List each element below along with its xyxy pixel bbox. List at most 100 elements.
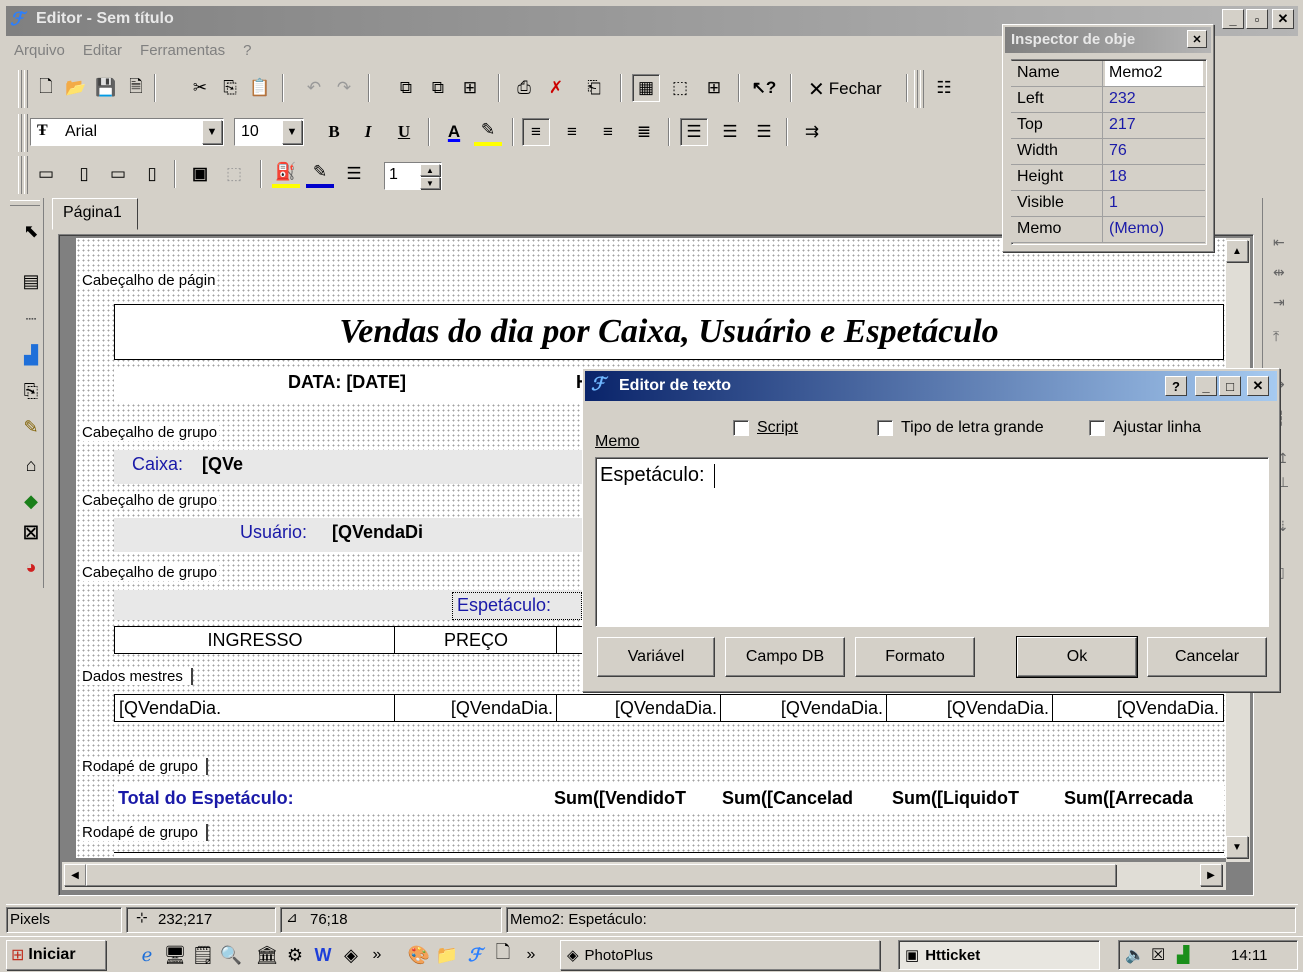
toolbar-grip[interactable] — [18, 156, 22, 194]
new-icon[interactable]: 🗋 — [32, 74, 60, 102]
sum-arrecadado[interactable]: Sum([Arrecada — [1064, 788, 1224, 809]
total-espetaculo-label[interactable]: Total do Espetáculo: — [118, 788, 294, 809]
spin-down-icon[interactable]: ▼ — [420, 177, 440, 189]
large-font-check-box[interactable] — [877, 420, 893, 436]
band-group-header-3-label[interactable]: Cabeçalho de grupo — [80, 564, 220, 581]
whats-this-icon[interactable]: ↖? — [750, 74, 778, 102]
format-button[interactable]: Formato — [855, 637, 975, 677]
save-icon[interactable]: 💾 — [92, 74, 120, 102]
caixa-field[interactable]: [QVe — [202, 454, 252, 475]
font-size-combo[interactable]: 10 ▼ — [234, 118, 304, 146]
frame-all-icon[interactable]: ▣ — [186, 160, 214, 188]
dialog-help-button[interactable]: ? — [1165, 376, 1187, 396]
desktop-icon[interactable]: 🖥 — [162, 942, 188, 968]
espetaculo-selected-memo[interactable]: Espetáculo: — [452, 592, 582, 620]
quicklaunch-chevron-2[interactable]: » — [518, 942, 544, 968]
frame-color-icon[interactable]: ✎ — [306, 160, 334, 188]
restore-button[interactable]: ▫ — [1246, 9, 1268, 29]
menu-help[interactable]: ? — [243, 42, 251, 59]
band-master-data-label[interactable]: Dados mestres — [80, 668, 193, 685]
paste-icon[interactable]: 📋 — [246, 74, 274, 102]
word-icon[interactable]: W — [310, 942, 336, 968]
band-page-header-label[interactable]: Cabeçalho de págin — [80, 272, 218, 289]
justify-icon[interactable]: ≣ — [630, 118, 658, 146]
scroll-thumb[interactable] — [86, 864, 1116, 886]
frame-right-icon[interactable]: ▯ — [138, 160, 166, 188]
close-editor-button[interactable]: ✕ Fechar — [808, 76, 882, 102]
bold-icon[interactable]: B — [320, 118, 348, 146]
master-cell[interactable]: [QVendaDia. — [720, 694, 888, 722]
close-button[interactable]: ✕ — [1272, 9, 1294, 29]
scroll-right-icon[interactable]: ▶ — [1200, 864, 1222, 886]
caixa-label[interactable]: Caixa: — [132, 454, 183, 475]
bring-front-icon[interactable]: ⧉ — [392, 74, 420, 102]
palette-grip[interactable] — [10, 200, 40, 206]
sum-cancelado[interactable]: Sum([Cancelad — [722, 788, 884, 809]
align-centers-icon[interactable]: ⇹ — [1273, 264, 1285, 281]
folder-icon[interactable]: 📁 — [434, 942, 460, 968]
undo-icon[interactable]: ↶ — [300, 74, 328, 102]
open-icon[interactable]: 📂 — [62, 74, 90, 102]
font-name-combo[interactable]: Ŧ Arial ▼ — [30, 118, 224, 146]
chevron-down-icon[interactable]: ▼ — [282, 120, 302, 144]
taskbar-photoplus[interactable]: ◈ PhotoPlus — [560, 940, 880, 970]
ie-icon[interactable]: ℯ — [134, 942, 160, 968]
inspector-row-width[interactable]: Width 76 — [1011, 139, 1205, 165]
script-check-box[interactable] — [733, 420, 749, 436]
toolbar-grip[interactable] — [18, 70, 22, 108]
inspector-row-height[interactable]: Height 18 — [1011, 165, 1205, 191]
underline-icon[interactable]: U — [390, 118, 418, 146]
align-left-edges-icon[interactable]: ⇤ — [1273, 234, 1285, 251]
frame-style-icon[interactable]: ☰ — [340, 160, 368, 188]
memo-textarea[interactable]: Espetáculo: — [595, 457, 1269, 627]
insert-band-icon[interactable]: ⎙ — [510, 74, 538, 102]
toolbar-grip[interactable] — [914, 70, 918, 108]
spin-up-icon[interactable]: ▲ — [420, 164, 440, 176]
database-icon[interactable]: ⌂ — [18, 452, 44, 478]
preview-icon[interactable]: 🗎 — [122, 74, 150, 102]
volume-icon[interactable]: 🔈 — [1125, 945, 1145, 965]
frame-none-icon[interactable]: ⬚ — [220, 160, 248, 188]
valign-middle-icon[interactable]: ☰ — [716, 118, 744, 146]
word-wrap-checkbox[interactable]: Ajustar linha — [1089, 419, 1201, 437]
redo-icon[interactable]: ↷ — [330, 74, 358, 102]
inspector-close-button[interactable]: ✕ — [1187, 30, 1207, 48]
title-frame[interactable]: Vendas do dia por Caixa, Usuário e Espet… — [114, 304, 1224, 360]
valign-top-icon[interactable]: ☰ — [680, 118, 708, 146]
align-center-icon[interactable]: ≡ — [558, 118, 586, 146]
editor-app-icon[interactable]: ℱ — [462, 942, 488, 968]
fill-color-icon[interactable]: ⛽ — [272, 160, 300, 188]
menu-arquivo[interactable]: Arquivo — [14, 42, 65, 59]
start-button[interactable]: ⊞ Iniciar — [6, 940, 106, 970]
band-group-header-2-label[interactable]: Cabeçalho de grupo — [80, 492, 220, 509]
toolbar-grip[interactable] — [24, 114, 28, 152]
object-inspector-icon[interactable]: ☷ — [930, 74, 958, 102]
tray-app-icon[interactable]: ▟ — [1177, 945, 1189, 965]
dotted-line-icon[interactable]: ┈ — [18, 306, 44, 332]
ok-button[interactable]: Ok — [1016, 636, 1138, 678]
menu-editar[interactable]: Editar — [83, 42, 122, 59]
align-grid-icon[interactable]: ⬚ — [666, 74, 694, 102]
picture-icon[interactable]: ▟ — [18, 342, 44, 368]
highlight-icon[interactable]: ✎ — [474, 118, 502, 146]
band-group-footer-1-label[interactable]: Rodapé de grupo — [80, 758, 208, 775]
delete-page-icon[interactable]: ✗ — [542, 74, 570, 102]
page-setup-icon[interactable]: ⎗ — [580, 74, 608, 102]
align-top-icon[interactable]: ⤒ — [1273, 328, 1279, 345]
word-wrap-check-box[interactable] — [1089, 420, 1105, 436]
chevron-down-icon[interactable]: ▼ — [202, 120, 222, 144]
menu-ferramentas[interactable]: Ferramentas — [140, 42, 225, 59]
frame-left-icon[interactable]: ▯ — [70, 160, 98, 188]
tab-pagina1[interactable]: Página1 — [52, 198, 138, 230]
group-icon[interactable]: ⊞ — [456, 74, 484, 102]
cut-icon[interactable]: ✂ — [186, 74, 214, 102]
toolbar-grip[interactable] — [920, 70, 924, 108]
copy-icon[interactable]: ⎘ — [216, 74, 244, 102]
usuario-field[interactable]: [QVendaDi — [332, 522, 448, 543]
fit-grid-icon[interactable]: ⊞ — [700, 74, 728, 102]
band-group-footer-2-label[interactable]: Rodapé de grupo — [80, 824, 208, 841]
master-cell[interactable]: [QVendaDia. — [556, 694, 722, 722]
rotate-text-icon[interactable]: ⇉ — [798, 118, 826, 146]
script-checkbox[interactable]: Script — [733, 419, 798, 437]
notepad-icon[interactable]: 🗒 — [190, 942, 216, 968]
